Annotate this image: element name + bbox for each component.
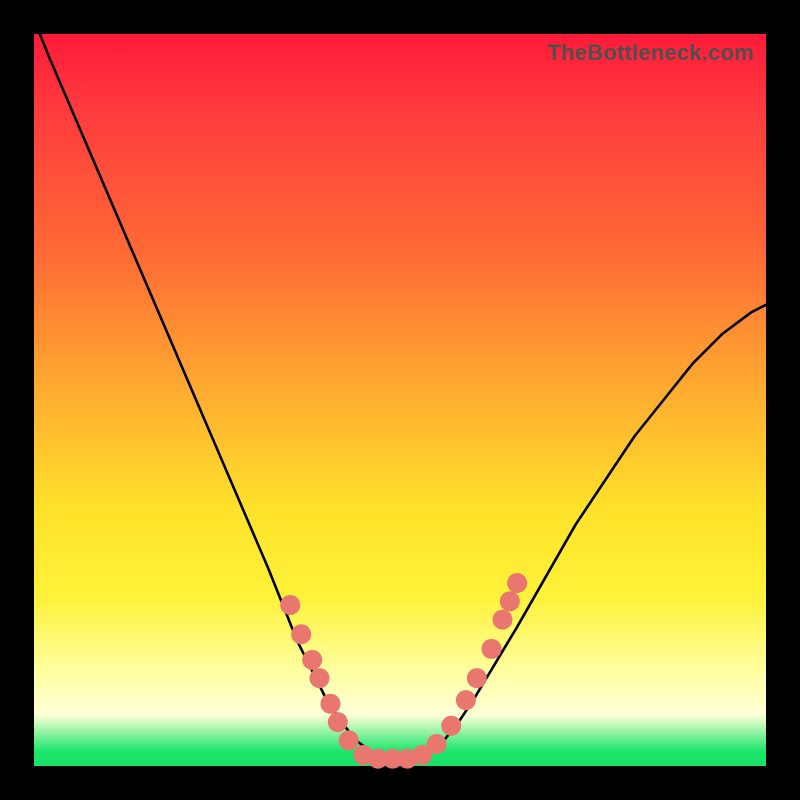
bottleneck-curve	[34, 19, 766, 758]
curve-marker	[492, 610, 512, 630]
plot-area: TheBottleneck.com	[34, 34, 766, 766]
chart-frame: TheBottleneck.com	[0, 0, 800, 800]
curve-marker	[302, 650, 322, 670]
curve-marker	[441, 716, 461, 736]
curve-marker	[309, 668, 329, 688]
curve-layer	[34, 34, 766, 766]
curve-marker	[320, 694, 340, 714]
curve-marker	[456, 690, 476, 710]
curve-marker	[427, 734, 447, 754]
curve-marker	[507, 573, 527, 593]
curve-marker	[482, 639, 502, 659]
curve-marker	[291, 624, 311, 644]
curve-marker	[280, 595, 300, 615]
curve-marker	[328, 712, 348, 732]
curve-marker	[467, 668, 487, 688]
curve-marker	[339, 730, 359, 750]
curve-marker	[500, 591, 520, 611]
